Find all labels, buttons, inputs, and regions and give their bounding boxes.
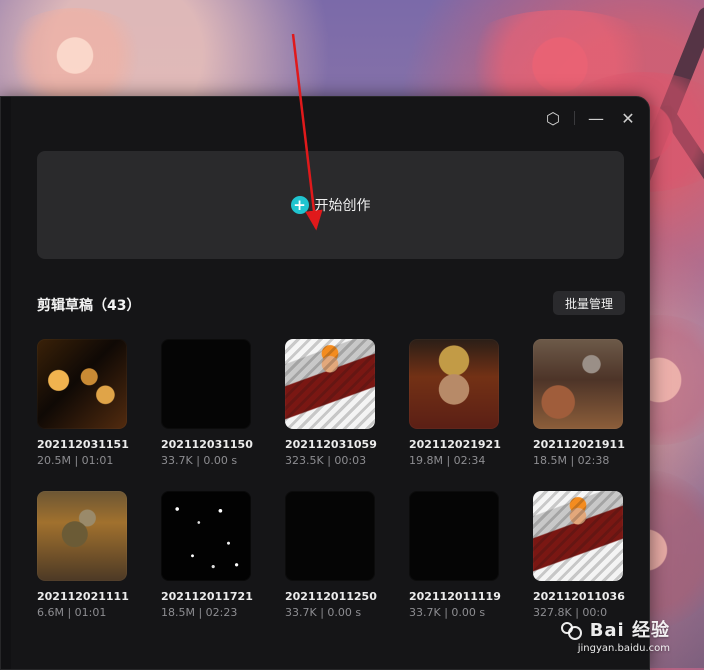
minimize-icon[interactable]: — <box>585 107 607 129</box>
draft-meta: 6.6M | 01:01 <box>37 606 107 619</box>
draft-name: 202112031150 <box>161 438 253 451</box>
draft-meta: 18.5M | 02:38 <box>533 454 610 467</box>
draft-name: 202112031059 <box>285 438 377 451</box>
watermark-main: Bai 经验 <box>560 616 670 642</box>
window-controls: ⬡ — ✕ <box>542 107 639 129</box>
draft-name: 202112021921 <box>409 438 501 451</box>
start-create-label: 开始创作 <box>314 198 371 214</box>
draft-card[interactable]: 202112011036 327.8K | 00:0 <box>533 491 625 619</box>
draft-thumbnail <box>285 491 375 581</box>
batch-manage-button[interactable]: 批量管理 <box>553 291 625 315</box>
draft-card[interactable]: 202112031059 323.5K | 00:03 <box>285 339 377 467</box>
draft-name: 202112031151 <box>37 438 129 451</box>
draft-name: 202112011036 <box>533 590 625 603</box>
background-cloud <box>0 8 150 103</box>
draft-thumbnail <box>285 339 375 429</box>
watermark-sub: jingyan.baidu.com <box>577 643 670 654</box>
draft-meta: 20.5M | 01:01 <box>37 454 114 467</box>
draft-thumbnail <box>161 491 251 581</box>
draft-card[interactable]: 202112011119 33.7K | 0.00 s <box>409 491 501 619</box>
draft-card[interactable]: 202112011250 33.7K | 0.00 s <box>285 491 377 619</box>
watermark: Bai 经验 jingyan.baidu.com <box>560 616 670 654</box>
close-icon[interactable]: ✕ <box>617 107 639 129</box>
draft-name: 202112011119 <box>409 590 501 603</box>
draft-name: 202112011250 <box>285 590 377 603</box>
draft-meta: 18.5M | 02:23 <box>161 606 238 619</box>
sidebar-edge <box>1 97 11 669</box>
draft-meta: 19.8M | 02:34 <box>409 454 486 467</box>
drafts-title: 剪辑草稿（43） <box>37 298 141 314</box>
draft-meta: 33.7K | 0.00 s <box>409 606 486 619</box>
draft-card[interactable]: 202112021111 6.6M | 01:01 <box>37 491 129 619</box>
control-divider <box>574 111 575 125</box>
draft-card[interactable]: 202112031150 33.7K | 0.00 s <box>161 339 253 467</box>
draft-meta: 33.7K | 0.00 s <box>285 606 362 619</box>
paw-icon <box>560 620 585 640</box>
draft-thumbnail <box>533 491 623 581</box>
draft-card[interactable]: 202112021921 19.8M | 02:34 <box>409 339 501 467</box>
draft-thumbnail <box>37 339 127 429</box>
start-create-content: + 开始创作 <box>290 195 371 215</box>
draft-card[interactable]: 202112021911 18.5M | 02:38 <box>533 339 625 467</box>
draft-name: 202112021911 <box>533 438 625 451</box>
draft-card[interactable]: 202112011721 18.5M | 02:23 <box>161 491 253 619</box>
draft-name: 202112011721 <box>161 590 253 603</box>
draft-card[interactable]: 202112031151 20.5M | 01:01 <box>37 339 129 467</box>
draft-thumbnail <box>409 491 499 581</box>
draft-thumbnail <box>161 339 251 429</box>
draft-meta: 33.7K | 0.00 s <box>161 454 238 467</box>
draft-window: ⬡ — ✕ + 开始创作 剪辑草稿（43） 批量管理 202112031151 … <box>0 96 650 670</box>
draft-thumbnail <box>37 491 127 581</box>
settings-icon[interactable]: ⬡ <box>542 107 564 129</box>
draft-thumbnail <box>409 339 499 429</box>
draft-meta: 323.5K | 00:03 <box>285 454 367 467</box>
draft-thumbnail <box>533 339 623 429</box>
draft-name: 202112021111 <box>37 590 129 603</box>
plus-circle-icon: + <box>290 196 309 214</box>
start-create-card[interactable]: + 开始创作 <box>37 151 624 259</box>
